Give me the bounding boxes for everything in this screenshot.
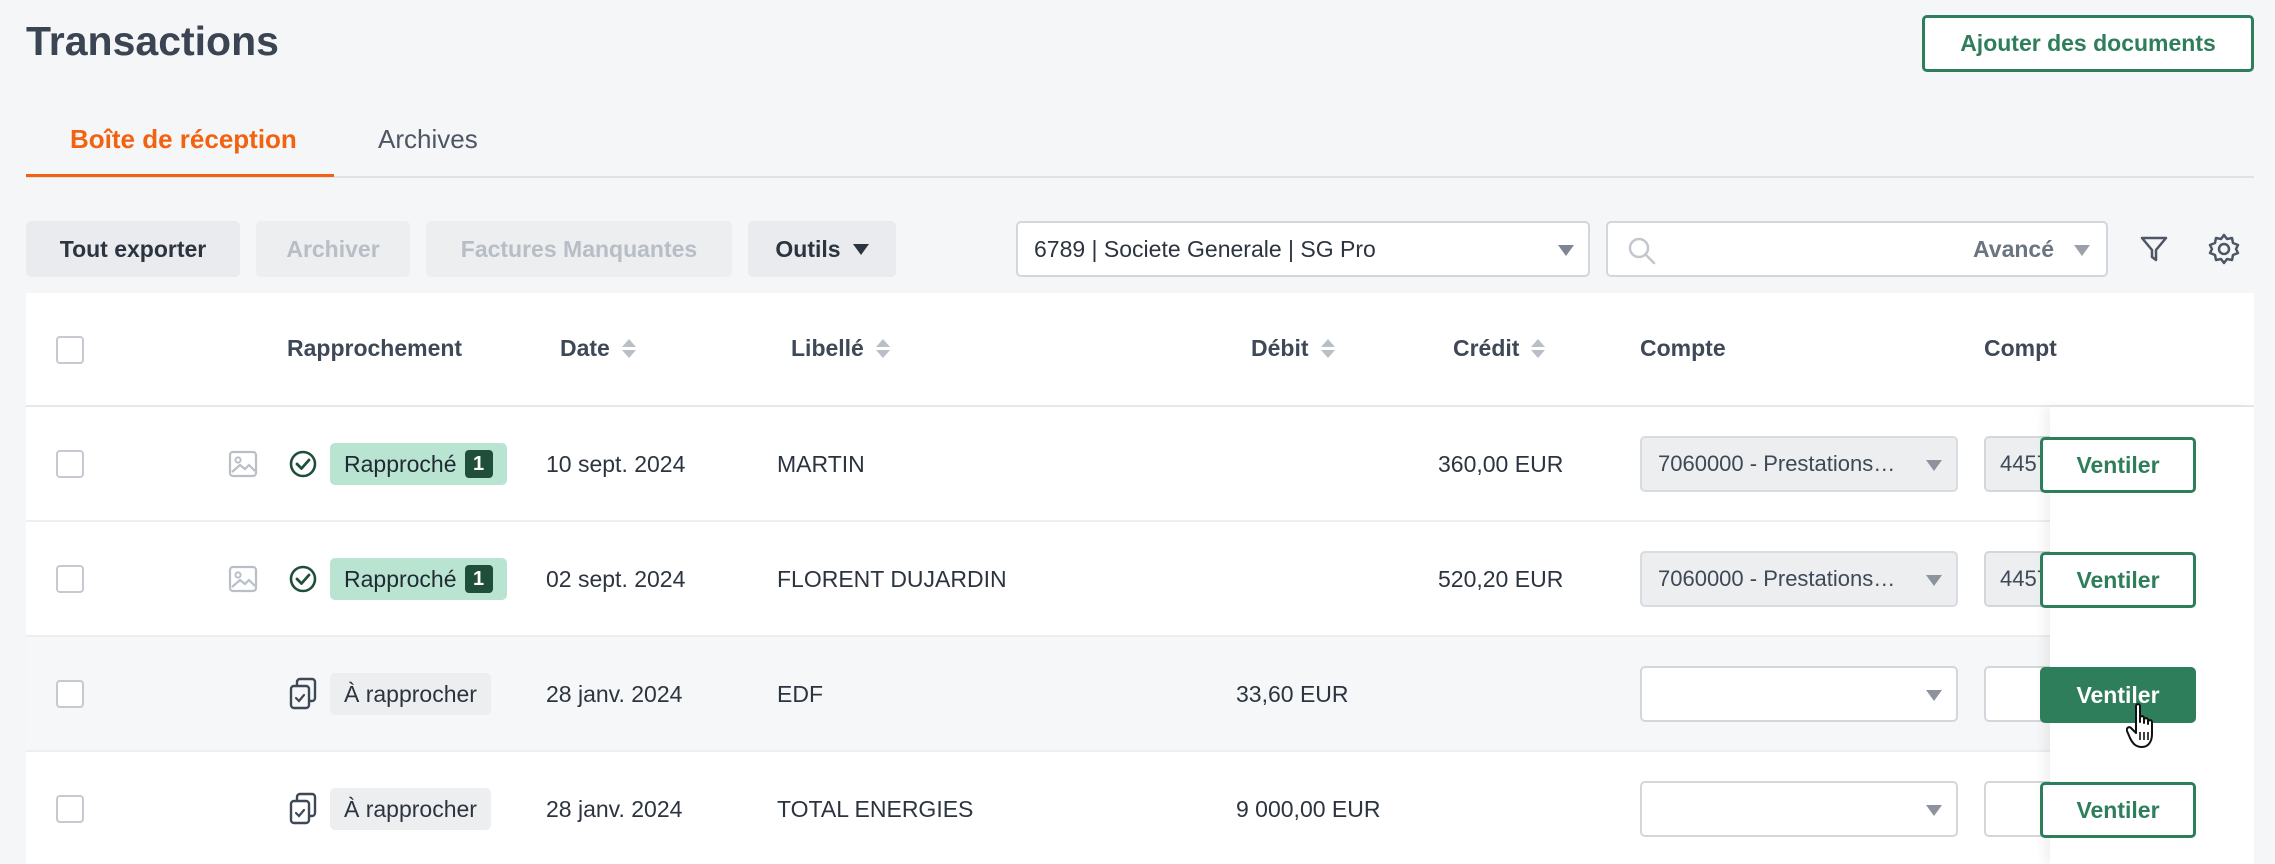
column-label: Date	[560, 335, 610, 361]
image-icon[interactable]	[228, 449, 258, 484]
row-date: 10 sept. 2024	[546, 451, 686, 477]
bank-account-value: 6789 | Societe Generale | SG Pro	[1034, 235, 1376, 262]
tab-bar: Boîte de réception Archives	[26, 116, 2254, 178]
hand-cursor-icon	[2125, 702, 2160, 757]
chevron-down-icon	[1926, 805, 1942, 816]
status-badge[interactable]: À rapprocher	[330, 788, 491, 830]
row-checkbox[interactable]	[56, 450, 84, 478]
archive-button[interactable]: Archiver	[256, 221, 410, 277]
chevron-down-icon	[1558, 245, 1574, 256]
check-circle-icon	[288, 449, 318, 484]
image-icon[interactable]	[228, 564, 258, 599]
match-count-badge: 1	[464, 450, 493, 478]
table-row[interactable]: À rapprocher 28 janv. 2024 EDF 33,60 EUR	[26, 637, 2254, 752]
table-row[interactable]: À rapprocher 28 janv. 2024 TOTAL ENERGIE…	[26, 752, 2254, 864]
transactions-table: Rapprochement Date Libellé Débit Crédit …	[26, 293, 2254, 864]
column-header-credit[interactable]: Crédit	[1453, 335, 1546, 362]
table-row[interactable]: Rapproché 1 10 sept. 2024 MARTIN 360,00 E…	[26, 407, 2254, 522]
row-checkbox[interactable]	[56, 680, 84, 708]
account-value: 7060000 - Prestations…	[1658, 566, 1896, 591]
bank-account-select[interactable]: 6789 | Societe Generale | SG Pro	[1016, 221, 1590, 277]
tools-dropdown-button[interactable]: Outils	[748, 221, 896, 277]
filter-button[interactable]	[2132, 227, 2176, 271]
column-label: Débit	[1251, 335, 1309, 361]
chevron-down-icon	[1926, 460, 1942, 471]
row-credit: 520,20 EUR	[1438, 566, 1564, 592]
filter-icon	[2140, 236, 2168, 262]
row-debit: 33,60 EUR	[1236, 681, 1349, 707]
sort-icon	[621, 339, 636, 358]
row-label: TOTAL ENERGIES	[777, 796, 974, 822]
ventiler-button[interactable]: Ventiler	[2040, 667, 2196, 723]
search-icon	[1626, 235, 1658, 272]
status-badge[interactable]: Rapproché 1	[330, 558, 507, 600]
column-label: Compt	[1984, 335, 2057, 361]
table-row[interactable]: Rapproché 1 02 sept. 2024 FLORENT DUJARDI…	[26, 522, 2254, 637]
status-badge[interactable]: Rapproché 1	[330, 443, 507, 485]
row-checkbox[interactable]	[56, 565, 84, 593]
export-all-button[interactable]: Tout exporter	[26, 221, 240, 277]
sort-icon	[1531, 339, 1546, 358]
row-debit: 9 000,00 EUR	[1236, 796, 1381, 822]
column-label: Rapprochement	[287, 335, 463, 361]
column-header-compte: Compte	[1640, 335, 1726, 362]
settings-button[interactable]	[2202, 227, 2246, 271]
column-label: Compte	[1640, 335, 1726, 361]
row-label: MARTIN	[777, 451, 865, 477]
row-date: 02 sept. 2024	[546, 566, 686, 592]
account-select[interactable]: 7060000 - Prestations…	[1640, 436, 1958, 492]
row-credit: 360,00 EUR	[1438, 451, 1564, 477]
status-label: Rapproché	[344, 565, 457, 592]
tab-archives[interactable]: Archives	[378, 124, 478, 178]
caret-down-icon	[852, 243, 869, 255]
status-label: À rapprocher	[344, 795, 477, 822]
row-label: EDF	[777, 681, 823, 707]
column-label: Crédit	[1453, 335, 1520, 361]
account-select[interactable]	[1640, 781, 1958, 837]
chevron-down-icon	[1926, 575, 1942, 586]
page-title: Transactions	[26, 18, 279, 64]
column-header-date[interactable]: Date	[560, 335, 636, 362]
status-label: Rapproché	[344, 450, 457, 477]
search-input[interactable]	[1666, 231, 1946, 269]
column-header-libelle[interactable]: Libellé	[791, 335, 890, 362]
account-select[interactable]: 7060000 - Prestations…	[1640, 551, 1958, 607]
sort-icon	[875, 339, 890, 358]
check-circle-icon	[288, 564, 318, 599]
column-header-compte-2: Compt	[1984, 335, 2057, 362]
ventiler-button[interactable]: Ventiler	[2040, 782, 2196, 838]
chevron-down-icon	[2074, 245, 2090, 256]
account-select[interactable]	[1640, 666, 1958, 722]
status-label: À rapprocher	[344, 680, 477, 707]
row-checkbox[interactable]	[56, 795, 84, 823]
column-header-rapprochement: Rapprochement	[287, 335, 462, 362]
ventiler-button[interactable]: Ventiler	[2040, 437, 2196, 493]
missing-invoices-button[interactable]: Factures Manquantes	[426, 221, 732, 277]
column-header-debit[interactable]: Débit	[1251, 335, 1335, 362]
row-date: 28 janv. 2024	[546, 681, 683, 707]
match-count-badge: 1	[464, 565, 493, 593]
table-header: Rapprochement Date Libellé Débit Crédit …	[26, 293, 2254, 407]
sort-icon	[1320, 339, 1335, 358]
account-value: 7060000 - Prestations…	[1658, 451, 1896, 476]
tools-label: Outils	[775, 235, 841, 262]
copy-documents-icon	[288, 677, 318, 716]
search-box[interactable]: Avancé	[1606, 221, 2108, 277]
advanced-search-label[interactable]: Avancé	[1973, 236, 2054, 263]
active-tab-indicator	[26, 174, 334, 177]
gear-icon	[2208, 233, 2240, 265]
ventiler-button[interactable]: Ventiler	[2040, 552, 2196, 608]
column-label: Libellé	[791, 335, 864, 361]
tab-inbox[interactable]: Boîte de réception	[70, 124, 297, 178]
chevron-down-icon	[1926, 690, 1942, 701]
copy-documents-icon	[288, 792, 318, 831]
row-date: 28 janv. 2024	[546, 796, 683, 822]
select-all-checkbox[interactable]	[56, 336, 84, 364]
row-label: FLORENT DUJARDIN	[777, 566, 1007, 592]
add-documents-button[interactable]: Ajouter des documents	[1922, 15, 2254, 72]
status-badge[interactable]: À rapprocher	[330, 673, 491, 715]
